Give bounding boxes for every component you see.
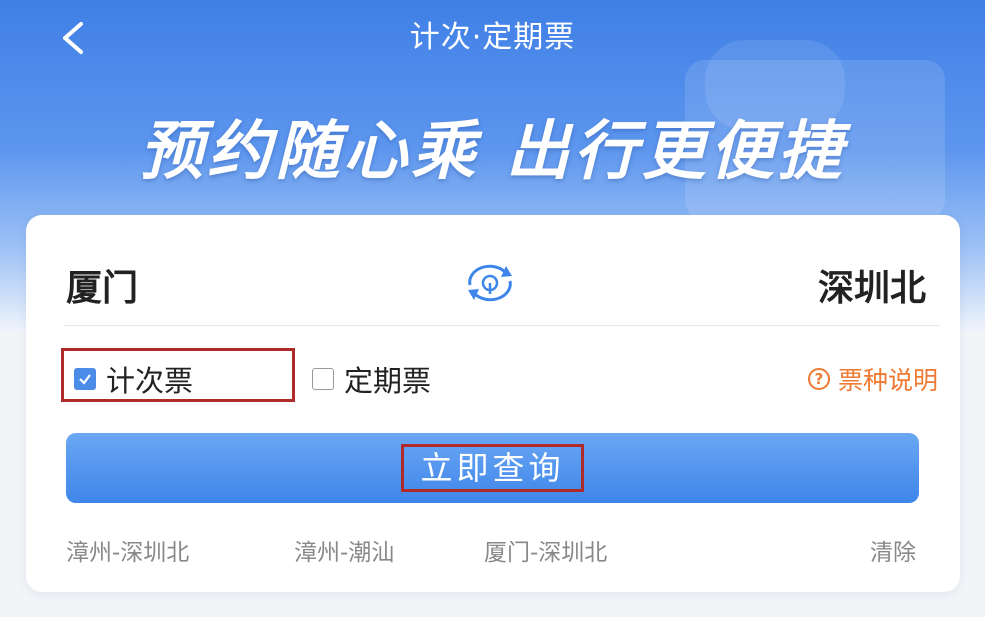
- checkbox-unchecked-icon[interactable]: [312, 368, 334, 390]
- history-item[interactable]: 漳州-潮汕: [294, 533, 394, 567]
- swap-stations-button[interactable]: [460, 255, 520, 315]
- banner-slogan: 预约随心乘 出行更便捷: [139, 115, 846, 189]
- history-item[interactable]: 漳州-深圳北: [66, 533, 189, 567]
- page-title: 计次·定期票: [409, 20, 576, 55]
- query-button[interactable]: 立即查询: [66, 433, 919, 503]
- history-item[interactable]: 厦门-深圳北: [484, 533, 607, 567]
- ticket-type-help-link[interactable]: ? 票种说明: [807, 361, 938, 397]
- swap-icon: [462, 263, 518, 307]
- arrival-station[interactable]: 深圳北: [818, 259, 926, 311]
- search-card: 厦门 深圳北 计次票 定期票 ? 票种说明 立即查询 漳州-深圳北 漳州-潮汕 …: [26, 215, 960, 592]
- ticket-type-period-option[interactable]: 定期票: [312, 358, 431, 400]
- departure-station[interactable]: 厦门: [66, 259, 138, 311]
- query-button-label: 立即查询: [401, 444, 584, 492]
- ticket-type-count-label: 计次票: [106, 364, 194, 398]
- divider: [64, 325, 940, 326]
- ticket-type-period-label: 定期票: [344, 364, 432, 398]
- clear-history-button[interactable]: 清除: [870, 533, 916, 567]
- ticket-type-count-option[interactable]: 计次票: [74, 358, 193, 400]
- checkbox-checked-icon[interactable]: [74, 368, 96, 390]
- help-label: 票种说明: [837, 366, 938, 395]
- question-icon: ?: [807, 368, 830, 390]
